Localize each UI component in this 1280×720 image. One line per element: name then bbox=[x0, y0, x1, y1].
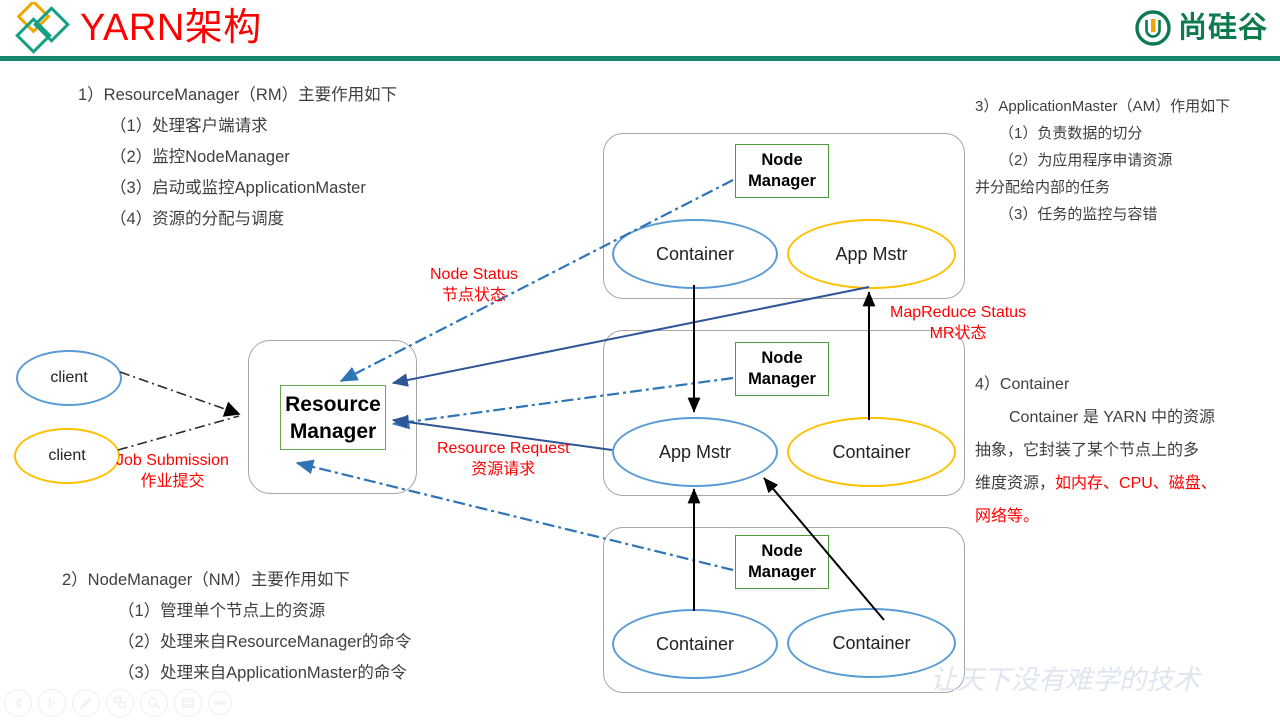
job-submission-label-zh: 作业提交 bbox=[140, 473, 205, 490]
nm3-line-1: Node bbox=[761, 542, 803, 560]
container-para-line-3-black: 维度资源， bbox=[975, 475, 1056, 492]
rm-item-2: （2）监控NodeManager bbox=[110, 148, 290, 166]
am-item-1: （1）负责数据的切分 bbox=[999, 125, 1143, 142]
brand-name: 尚硅谷 bbox=[1177, 12, 1268, 44]
previous-slide-button[interactable] bbox=[4, 689, 32, 717]
presentation-toolbar bbox=[4, 689, 232, 717]
next-slide-button[interactable] bbox=[38, 689, 66, 717]
group2-container-ellipse[interactable]: Container bbox=[787, 417, 956, 487]
nm3-line-2: Manager bbox=[748, 563, 816, 581]
rm-line-1: Resource bbox=[285, 392, 381, 416]
resourcemanager-text-block: 1）ResourceManager（RM）主要作用如下 （1）处理客户端请求 （… bbox=[78, 80, 397, 235]
group2-appmstr-ellipse[interactable]: App Mstr bbox=[612, 417, 778, 487]
node-status-label: Node Status 节点状态 bbox=[430, 264, 518, 306]
resource-request-label-zh: 资源请求 bbox=[471, 461, 536, 478]
group3-container-ellipse-left[interactable]: Container bbox=[612, 609, 778, 679]
pen-tool-button[interactable] bbox=[72, 689, 100, 717]
all-slides-button[interactable] bbox=[106, 689, 134, 717]
rm-line-2: Manager bbox=[289, 419, 377, 443]
mapreduce-status-label-zh: MR状态 bbox=[929, 325, 987, 342]
client-ellipse-2[interactable]: client bbox=[14, 428, 120, 484]
nm1-line-2: Manager bbox=[748, 172, 816, 190]
container-para-line-3-red: 如内存、CPU、磁盘、 bbox=[1055, 475, 1217, 492]
rm-heading: 1）ResourceManager（RM）主要作用如下 bbox=[78, 86, 398, 104]
ellipsis-icon bbox=[213, 700, 227, 706]
nm2-line-2: Manager bbox=[748, 370, 816, 388]
am-heading: 3）ApplicationMaster（AM）作用如下 bbox=[975, 98, 1231, 115]
container-para-line-2: 抽象，它封装了某个节点上的多 bbox=[975, 442, 1200, 459]
resource-request-label: Resource Request 资源请求 bbox=[437, 438, 570, 480]
group3-left-label: Container bbox=[655, 633, 735, 654]
job-submission-label-en: Job Submission bbox=[116, 452, 229, 469]
brand-logo: 尚硅谷 bbox=[1134, 8, 1268, 48]
slide-canvas: YARN架构 尚硅谷 1）ResourceManager（RM）主要作用如下 （… bbox=[0, 0, 1280, 720]
mapreduce-status-label: MapReduce Status MR状态 bbox=[890, 302, 1026, 344]
rm-item-3: （3）启动或监控ApplicationMaster bbox=[110, 179, 366, 197]
nm-heading: 2）NodeManager（NM）主要作用如下 bbox=[62, 571, 350, 589]
pen-icon bbox=[79, 696, 93, 710]
client-label-2: client bbox=[48, 447, 86, 464]
resource-manager-box[interactable]: Resource Manager bbox=[280, 385, 386, 450]
node-manager-box-1[interactable]: Node Manager bbox=[735, 144, 829, 198]
screen-icon bbox=[181, 696, 195, 710]
client-ellipse-1[interactable]: client bbox=[16, 350, 122, 406]
group3-right-label: Container bbox=[832, 632, 911, 653]
rm-item-4: （4）资源的分配与调度 bbox=[110, 210, 285, 228]
node-manager-box-3[interactable]: Node Manager bbox=[735, 535, 829, 589]
job-submission-connectors bbox=[117, 371, 241, 451]
group1-appmstr-ellipse[interactable]: App Mstr bbox=[787, 219, 956, 289]
triangle-right-icon bbox=[46, 697, 58, 709]
am-item-3: （3）任务的监控与容错 bbox=[999, 206, 1158, 223]
group1-right-label: App Mstr bbox=[835, 243, 908, 264]
nm2-line-1: Node bbox=[761, 349, 803, 367]
container-para-line-3: 维度资源，如内存、CPU、磁盘、 bbox=[975, 467, 1217, 500]
node-status-label-en: Node Status bbox=[430, 266, 519, 283]
nodemanager-text-block: 2）NodeManager（NM）主要作用如下 （1）管理单个节点上的资源 （2… bbox=[62, 565, 411, 689]
mapreduce-status-label-en: MapReduce Status bbox=[890, 304, 1027, 321]
more-options-button[interactable] bbox=[208, 691, 232, 715]
grid-slides-icon bbox=[113, 696, 127, 710]
header-divider bbox=[0, 56, 1280, 61]
applicationmaster-text-block: 3）ApplicationMaster（AM）作用如下 （1）负责数据的切分 （… bbox=[975, 93, 1230, 228]
am-item-2-continued: 并分配给内部的任务 bbox=[975, 179, 1111, 196]
container-para-line-4: 网络等。 bbox=[975, 508, 1040, 525]
container-text-block: 4）Container Container 是 YARN 中的资源 抽象，它封装… bbox=[975, 368, 1217, 533]
nm1-line-1: Node bbox=[761, 151, 803, 169]
group1-container-ellipse[interactable]: Container bbox=[612, 219, 778, 289]
group2-right-label: Container bbox=[832, 441, 911, 462]
node-status-label-zh: 节点状态 bbox=[442, 287, 507, 304]
nm-item-3: （3）处理来自ApplicationMaster的命令 bbox=[118, 664, 407, 682]
magnifier-icon bbox=[147, 696, 161, 710]
u-circle-icon bbox=[1134, 9, 1172, 47]
diamonds-logo-icon bbox=[6, 0, 72, 56]
watermark-text: 让天下没有难学的技术 bbox=[930, 665, 1200, 695]
presenter-view-button[interactable] bbox=[174, 689, 202, 717]
job-submission-label: Job Submission 作业提交 bbox=[116, 450, 229, 492]
resource-request-label-en: Resource Request bbox=[437, 440, 570, 457]
container-para-line-1: Container 是 YARN 中的资源 bbox=[1009, 409, 1215, 426]
node-manager-box-2[interactable]: Node Manager bbox=[735, 342, 829, 396]
client-label-1: client bbox=[50, 369, 88, 386]
page-title: YARN架构 bbox=[80, 7, 262, 49]
rm-item-1: （1）处理客户端请求 bbox=[110, 117, 268, 135]
group2-left-label: App Mstr bbox=[658, 441, 732, 462]
am-item-2: （2）为应用程序申请资源 bbox=[999, 152, 1173, 169]
container-heading: 4）Container bbox=[975, 376, 1070, 393]
triangle-left-icon bbox=[12, 697, 24, 709]
zoom-button[interactable] bbox=[140, 689, 168, 717]
group1-left-label: Container bbox=[655, 243, 735, 264]
nm-item-1: （1）管理单个节点上的资源 bbox=[118, 602, 326, 620]
nm-item-2: （2）处理来自ResourceManager的命令 bbox=[118, 633, 412, 651]
